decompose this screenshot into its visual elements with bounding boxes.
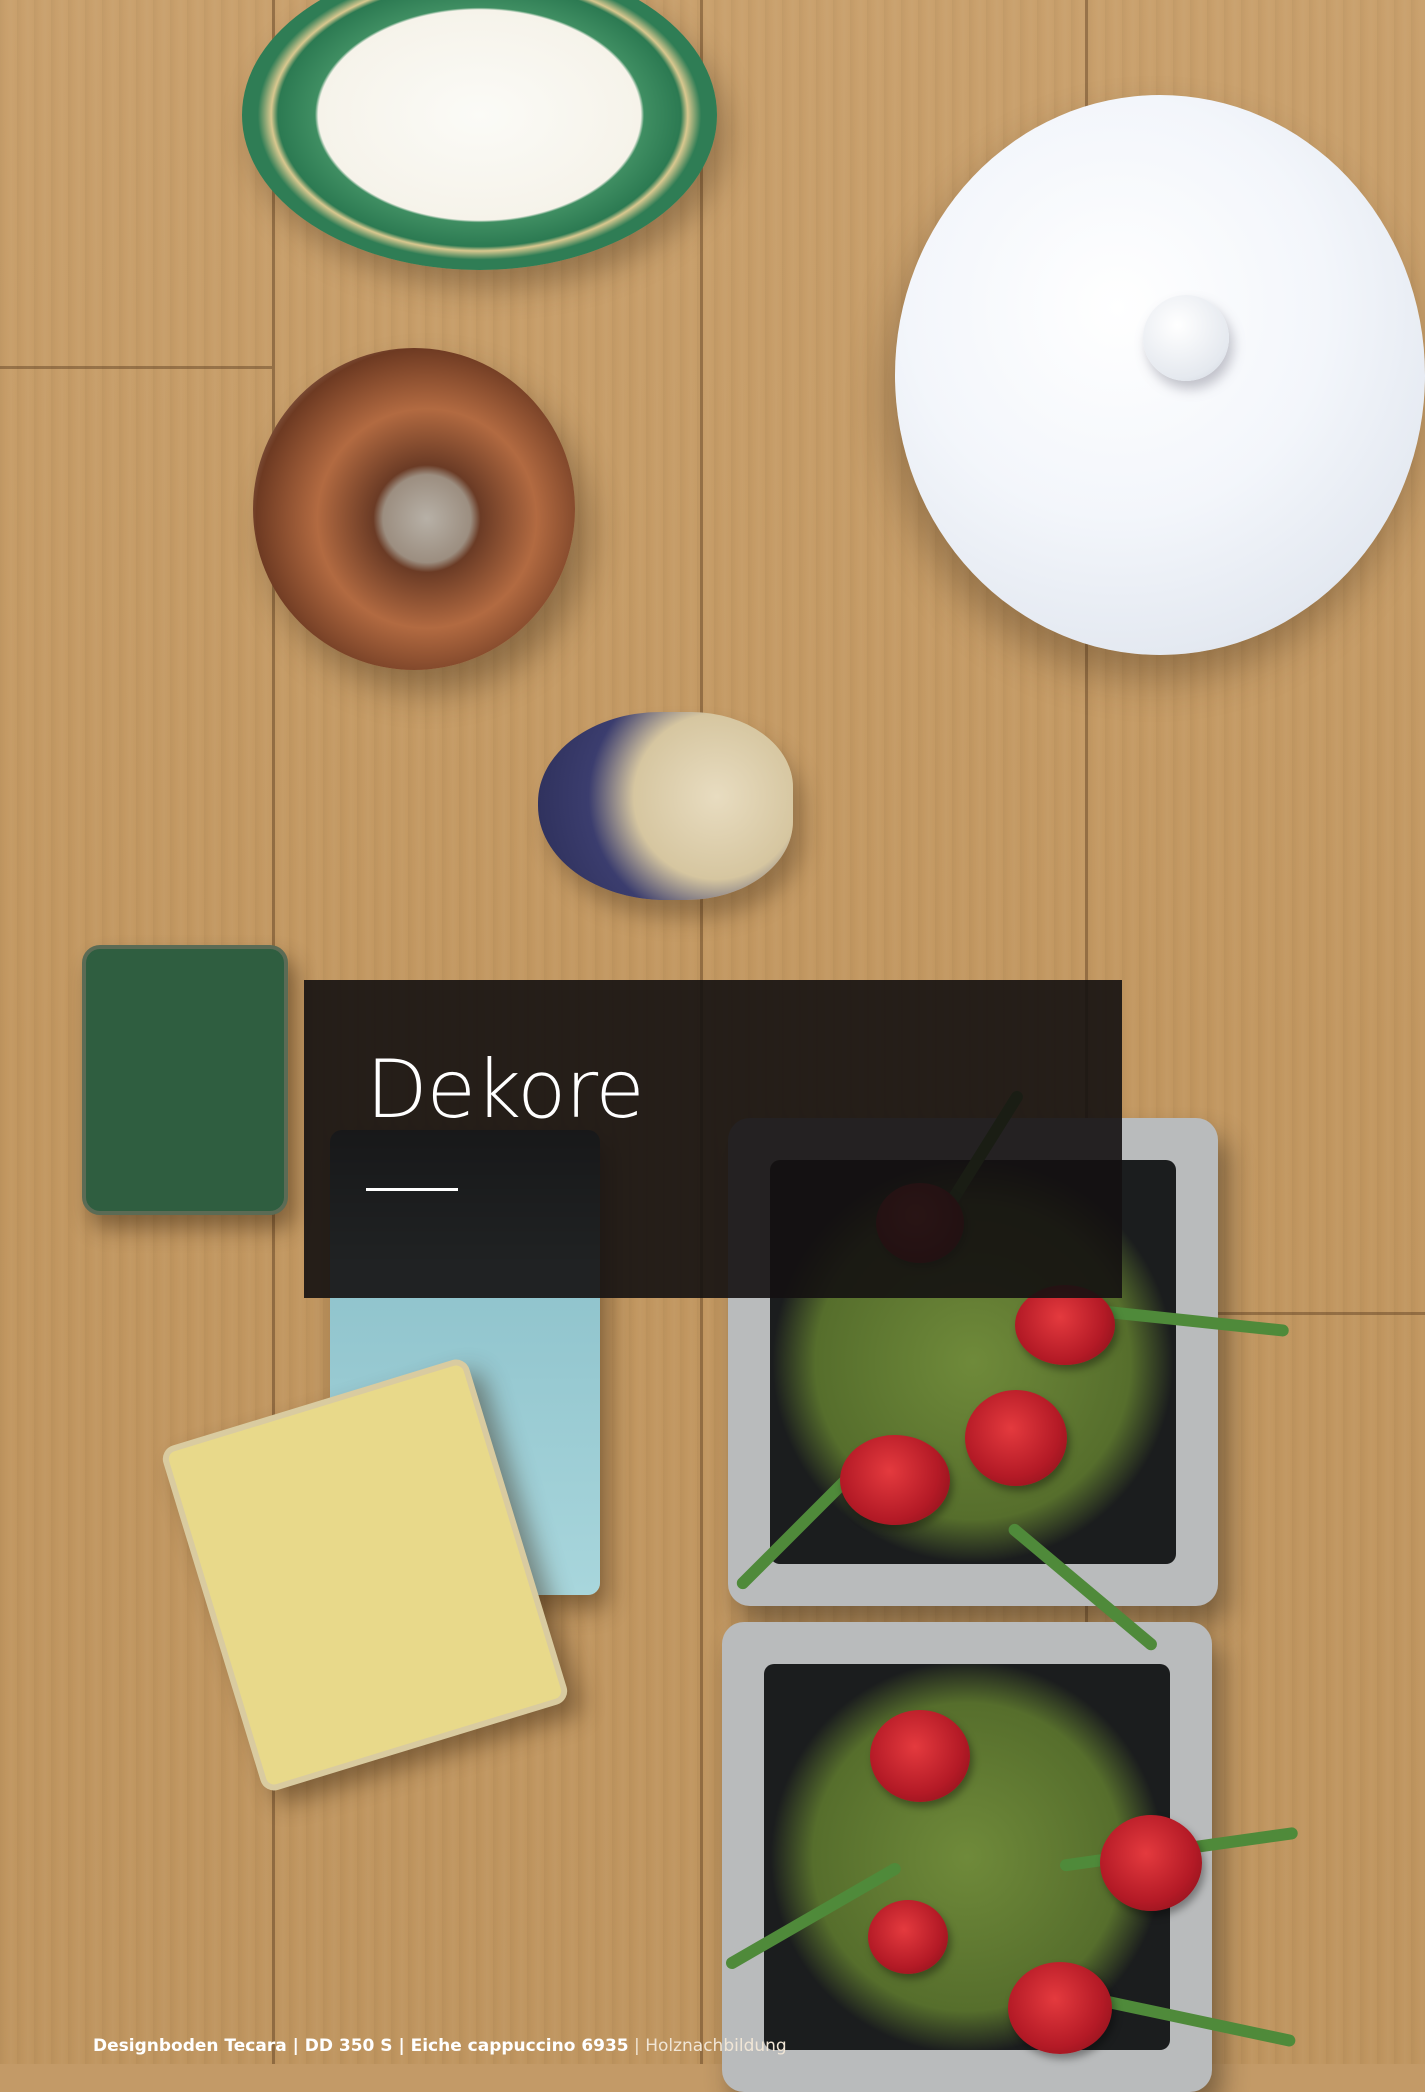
section-title: Dekore [366, 1043, 645, 1136]
section-title-panel: Dekore [304, 980, 1122, 1298]
plank-seam [0, 366, 272, 369]
caption-note: Holznachbildung [645, 2036, 787, 2056]
red-ranunculus-flower [1100, 1815, 1202, 1911]
caption-product: Designboden Tecara | DD 350 S | Eiche ca… [93, 2036, 629, 2056]
red-ranunculus-flower [870, 1710, 970, 1802]
photo-caption: Designboden Tecara | DD 350 S | Eiche ca… [93, 2036, 787, 2056]
title-underline [366, 1188, 458, 1191]
copper-bowl [253, 348, 575, 670]
ceramic-figurine [538, 712, 793, 900]
caption-separator: | [628, 2036, 646, 2056]
dish-lid-knob [1143, 295, 1229, 381]
red-ranunculus-flower [868, 1900, 948, 1974]
red-ranunculus-flower [1008, 1962, 1112, 2054]
green-vintage-tin [82, 945, 288, 1215]
red-ranunculus-flower [840, 1435, 950, 1525]
red-ranunculus-flower [965, 1390, 1067, 1486]
white-porcelain-dish [895, 95, 1425, 655]
